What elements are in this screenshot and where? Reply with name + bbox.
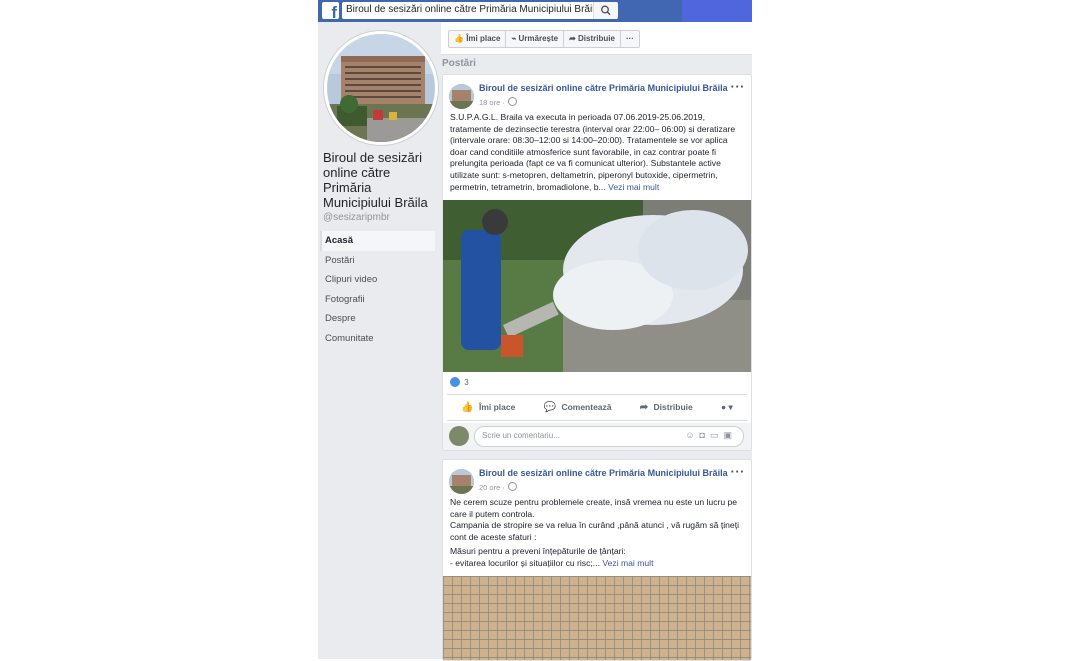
nav-item-about[interactable]: Despre bbox=[320, 309, 435, 329]
post-comment-label: Comentează bbox=[561, 402, 612, 412]
post-paragraph: - evitarea locurilor și situațiilor cu r… bbox=[450, 558, 744, 570]
nav-item-photos[interactable]: Fotografii bbox=[320, 290, 435, 310]
post-paragraph: Ne cerem scuze pentru problemele create,… bbox=[450, 497, 738, 519]
posts-section-title: Postări bbox=[442, 58, 476, 69]
main-column: 👍 Îmi place ⌁ Urmărește ➦ Distribuie ···… bbox=[441, 22, 752, 661]
share-page-button[interactable]: ➦ Distribuie bbox=[564, 31, 621, 47]
search-input-value: Biroul de sesizări online către Primăria… bbox=[346, 4, 600, 15]
search-icon bbox=[601, 5, 611, 16]
globe-icon bbox=[507, 97, 517, 106]
post-image[interactable] bbox=[443, 576, 751, 660]
post-time-text: 20 ore · bbox=[479, 483, 505, 492]
share-arrow-icon: ➦ bbox=[569, 34, 576, 43]
share-page-label: Distribuie bbox=[578, 34, 615, 43]
like-reaction-icon bbox=[450, 377, 460, 387]
building-photo-icon bbox=[327, 34, 435, 142]
post-author-name[interactable]: Biroul de sesizări online către Primăria… bbox=[479, 468, 728, 478]
thumbs-up-icon: 👍 bbox=[461, 402, 474, 413]
post-paragraph: Campania de stropire se va relua în curâ… bbox=[450, 520, 740, 542]
page-action-bar: 👍 Îmi place ⌁ Urmărește ➦ Distribuie ··· bbox=[441, 22, 752, 55]
comment-composer: Scrie un comentariu... ☺◘▭▣ bbox=[443, 423, 751, 450]
chevron-down-icon: ▾ bbox=[728, 402, 733, 412]
post-image[interactable] bbox=[443, 200, 751, 372]
post-options-button[interactable]: ··· bbox=[731, 464, 746, 479]
post-timestamp[interactable]: 20 ore · bbox=[479, 482, 517, 492]
nav-item-videos[interactable]: Clipuri video bbox=[320, 270, 435, 290]
facebook-logo-icon[interactable]: f bbox=[322, 2, 339, 21]
post-comment-button[interactable]: 💬 Comentează bbox=[544, 402, 612, 413]
post-share-label: Distribuie bbox=[653, 402, 693, 412]
share-arrow-icon: ➦ bbox=[639, 402, 649, 413]
thumbs-up-icon: 👍 bbox=[454, 34, 464, 43]
post-text: S.U.P.A.G.L. Braila va executa in perioa… bbox=[450, 112, 744, 193]
page-name[interactable]: Biroul de sesizări online către Primăria… bbox=[323, 150, 433, 210]
post-action-bar: 👍 Îmi place 💬 Comentează ➦ Distribuie ● … bbox=[447, 394, 747, 421]
more-options-button[interactable]: ··· bbox=[621, 31, 639, 47]
search-button[interactable] bbox=[593, 2, 618, 19]
like-page-label: Îmi place bbox=[466, 34, 501, 43]
post-options-button[interactable]: ··· bbox=[731, 79, 746, 94]
follow-page-label: Urmărește bbox=[518, 34, 559, 43]
page-profile-picture[interactable] bbox=[324, 31, 438, 145]
fumigation-photo-icon bbox=[443, 200, 751, 372]
reactions-count: 3 bbox=[464, 378, 469, 387]
post-like-button[interactable]: 👍 Îmi place bbox=[461, 402, 515, 413]
post-author-name[interactable]: Biroul de sesizări online către Primăria… bbox=[479, 83, 728, 93]
follow-page-button[interactable]: ⌁ Urmărește bbox=[506, 31, 565, 47]
post-as-selector[interactable]: ● ▾ bbox=[721, 402, 733, 413]
top-bar-right-area bbox=[682, 0, 752, 22]
post-author-avatar[interactable] bbox=[449, 469, 474, 494]
building-avatar-icon bbox=[449, 84, 474, 109]
page-action-buttons: 👍 Îmi place ⌁ Urmărește ➦ Distribuie ··· bbox=[448, 30, 640, 48]
nav-item-community[interactable]: Comunitate bbox=[320, 329, 435, 349]
emoji-icon[interactable]: ☺ bbox=[685, 430, 699, 440]
camera-icon[interactable]: ◘ bbox=[700, 430, 710, 440]
post-card: Biroul de sesizări online către Primăria… bbox=[442, 74, 752, 451]
nav-item-home[interactable]: Acasă bbox=[320, 231, 435, 251]
post-paragraph-text: - evitarea locurilor și situațiilor cu r… bbox=[450, 557, 600, 568]
top-navigation-bar: f Biroul de sesizări online către Primăr… bbox=[318, 0, 752, 22]
gif-icon[interactable]: ▭ bbox=[710, 430, 724, 440]
reactions-summary[interactable]: 3 bbox=[450, 377, 469, 387]
page-container: Biroul de sesizări online către Primăria… bbox=[318, 22, 752, 661]
post-like-label: Îmi place bbox=[478, 402, 516, 412]
commenter-avatar bbox=[449, 426, 469, 446]
post-time-text: 18 ore · bbox=[479, 98, 505, 107]
globe-icon bbox=[507, 482, 517, 491]
post-text: Ne cerem scuze pentru problemele create,… bbox=[450, 497, 744, 570]
sticker-icon[interactable]: ▣ bbox=[723, 430, 737, 440]
see-more-link[interactable]: Vezi mai mult bbox=[602, 558, 653, 568]
speech-bubble-icon: 💬 bbox=[543, 402, 557, 413]
post-timestamp[interactable]: 18 ore · bbox=[479, 97, 517, 107]
rss-icon: ⌁ bbox=[511, 34, 517, 43]
like-page-button[interactable]: 👍 Îmi place bbox=[449, 31, 507, 47]
post-body-text: S.U.P.A.G.L. Braila va executa in perioa… bbox=[450, 112, 736, 192]
comment-input[interactable]: Scrie un comentariu... ☺◘▭▣ bbox=[474, 426, 744, 447]
mosquito-net-photo-icon bbox=[443, 576, 751, 660]
page-avatar-icon: ● bbox=[721, 402, 727, 412]
post-author-avatar[interactable] bbox=[449, 84, 474, 109]
post-card: Biroul de sesizări online către Primăria… bbox=[442, 459, 752, 661]
left-column: Biroul de sesizări online către Primăria… bbox=[318, 22, 438, 659]
comment-placeholder: Scrie un comentariu... bbox=[482, 431, 560, 440]
building-avatar-icon bbox=[449, 469, 474, 494]
see-more-link[interactable]: Vezi mai mult bbox=[608, 182, 659, 192]
page-handle[interactable]: @sesizaripmbr bbox=[323, 212, 390, 223]
page-navigation: Acasă Postări Clipuri video Fotografii D… bbox=[320, 231, 435, 348]
post-share-button[interactable]: ➦ Distribuie bbox=[640, 402, 693, 413]
post-paragraph: Măsuri pentru a preveni înțepăturile de … bbox=[450, 546, 626, 557]
search-input[interactable]: Biroul de sesizări online către Primăria… bbox=[342, 2, 617, 19]
comment-tools: ☺◘▭▣ bbox=[685, 430, 737, 441]
nav-item-posts[interactable]: Postări bbox=[320, 251, 435, 271]
